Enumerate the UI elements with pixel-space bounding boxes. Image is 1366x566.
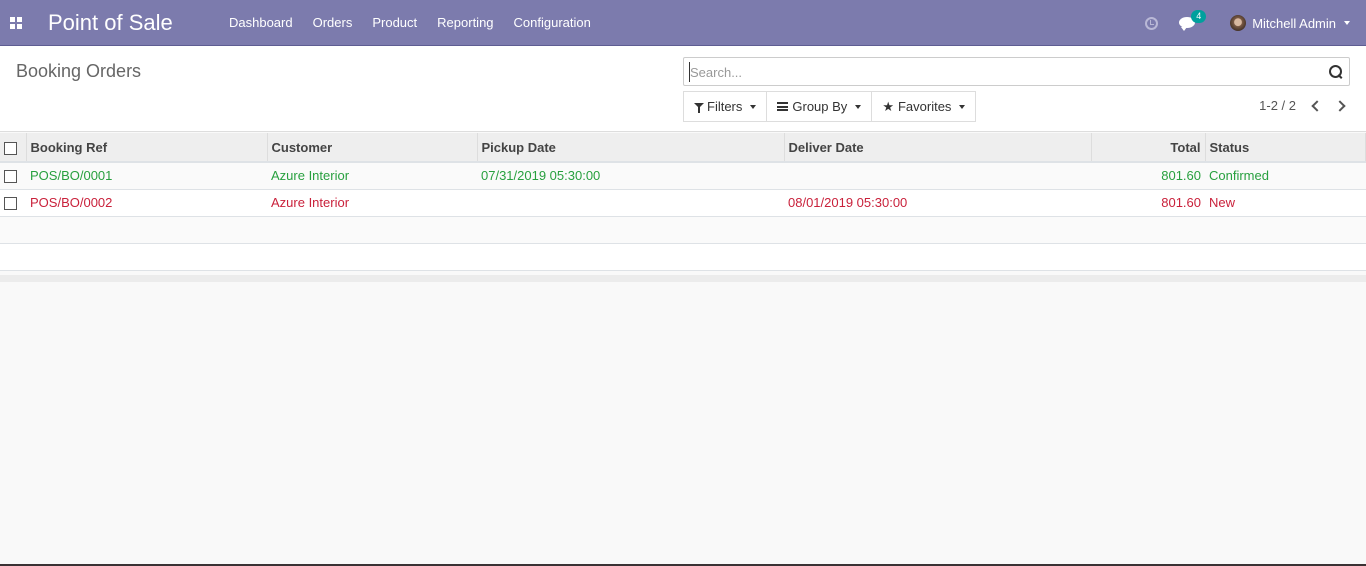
table-header-row: Booking Ref Customer Pickup Date Deliver… bbox=[0, 133, 1366, 163]
column-status[interactable]: Status bbox=[1205, 133, 1366, 163]
favorites-label: Favorites bbox=[897, 99, 952, 114]
total-cell: 801.60 bbox=[1091, 162, 1205, 190]
search-icon[interactable] bbox=[1329, 65, 1342, 78]
activity-clock-icon[interactable] bbox=[1145, 16, 1159, 30]
row-checkbox[interactable] bbox=[4, 197, 17, 211]
chat-count-badge: 4 bbox=[1191, 10, 1207, 23]
column-deliver-date[interactable]: Deliver Date bbox=[784, 133, 1092, 163]
main-menu: Dashboard Orders Product Reporting Confi… bbox=[229, 0, 601, 46]
customer-cell: Azure Interior bbox=[267, 189, 477, 217]
caret-down-icon bbox=[855, 104, 862, 109]
booking-orders-table: Booking Ref Customer Pickup Date Deliver… bbox=[0, 133, 1366, 271]
caret-down-icon bbox=[959, 104, 966, 109]
search-input[interactable] bbox=[689, 62, 1309, 82]
group-by-button[interactable]: Group By bbox=[766, 91, 873, 122]
messaging-button[interactable]: 4 bbox=[1179, 10, 1207, 31]
menu-item-orders[interactable]: Orders bbox=[303, 0, 363, 46]
empty-row bbox=[0, 243, 1366, 271]
customer-cell: Azure Interior bbox=[267, 162, 477, 190]
top-navbar: Point of Sale Dashboard Orders Product R… bbox=[0, 0, 1366, 46]
control-panel: Booking Orders Filters Group By ★ Favori… bbox=[0, 46, 1366, 132]
table-row[interactable]: POS/BO/0001 Azure Interior 07/31/2019 05… bbox=[0, 162, 1366, 190]
select-all-header bbox=[0, 133, 27, 163]
avatar bbox=[1230, 15, 1247, 31]
pager-value[interactable]: 1-2 / 2 bbox=[1259, 98, 1296, 113]
star-icon: ★ bbox=[882, 98, 894, 114]
caret-down-icon bbox=[1344, 21, 1350, 25]
apps-menu-icon[interactable] bbox=[10, 16, 22, 29]
menu-item-product[interactable]: Product bbox=[362, 0, 427, 46]
pickup-date-cell bbox=[477, 189, 784, 217]
filters-label: Filters bbox=[707, 99, 743, 114]
status-cell: New bbox=[1205, 189, 1366, 217]
pager: 1-2 / 2 bbox=[1259, 98, 1346, 113]
menu-item-configuration[interactable]: Configuration bbox=[504, 0, 601, 46]
pickup-date-cell: 07/31/2019 05:30:00 bbox=[477, 162, 784, 190]
table-row[interactable]: POS/BO/0002 Azure Interior 08/01/2019 05… bbox=[0, 189, 1366, 217]
pager-next-icon[interactable] bbox=[1336, 99, 1346, 113]
favorites-button[interactable]: ★ Favorites bbox=[871, 91, 977, 122]
empty-cell bbox=[0, 216, 1366, 244]
app-title: Point of Sale bbox=[48, 9, 173, 35]
systray: 4 Mitchell Admin bbox=[1145, 0, 1366, 46]
row-checkbox[interactable] bbox=[4, 170, 17, 184]
row-select-cell bbox=[0, 162, 26, 190]
user-name: Mitchell Admin bbox=[1252, 15, 1336, 31]
booking-ref-cell: POS/BO/0001 bbox=[26, 162, 267, 190]
caret-down-icon bbox=[750, 104, 757, 109]
pager-previous-icon[interactable] bbox=[1310, 99, 1320, 113]
deliver-date-cell bbox=[784, 162, 1091, 190]
column-total[interactable]: Total bbox=[1091, 133, 1206, 163]
filters-button[interactable]: Filters bbox=[683, 91, 768, 122]
page-title: Booking Orders bbox=[16, 61, 142, 81]
empty-cell bbox=[0, 243, 1366, 271]
table-footer bbox=[0, 275, 1366, 282]
total-cell: 801.60 bbox=[1091, 189, 1205, 217]
status-cell: Confirmed bbox=[1205, 162, 1366, 190]
user-menu[interactable]: Mitchell Admin bbox=[1230, 15, 1350, 31]
row-select-cell bbox=[0, 189, 26, 217]
search-box bbox=[683, 57, 1350, 86]
column-booking-ref[interactable]: Booking Ref bbox=[26, 133, 268, 163]
deliver-date-cell: 08/01/2019 05:30:00 bbox=[784, 189, 1091, 217]
bars-icon bbox=[777, 102, 789, 111]
empty-row bbox=[0, 216, 1366, 244]
column-pickup-date[interactable]: Pickup Date bbox=[477, 133, 785, 163]
group-by-label: Group By bbox=[792, 99, 848, 114]
column-customer[interactable]: Customer bbox=[267, 133, 478, 163]
menu-item-reporting[interactable]: Reporting bbox=[427, 0, 503, 46]
search-options: Filters Group By ★ Favorites bbox=[683, 91, 977, 122]
menu-item-dashboard[interactable]: Dashboard bbox=[229, 0, 303, 46]
select-all-checkbox[interactable] bbox=[4, 141, 17, 155]
filter-icon bbox=[694, 103, 704, 113]
booking-ref-cell: POS/BO/0002 bbox=[26, 189, 267, 217]
